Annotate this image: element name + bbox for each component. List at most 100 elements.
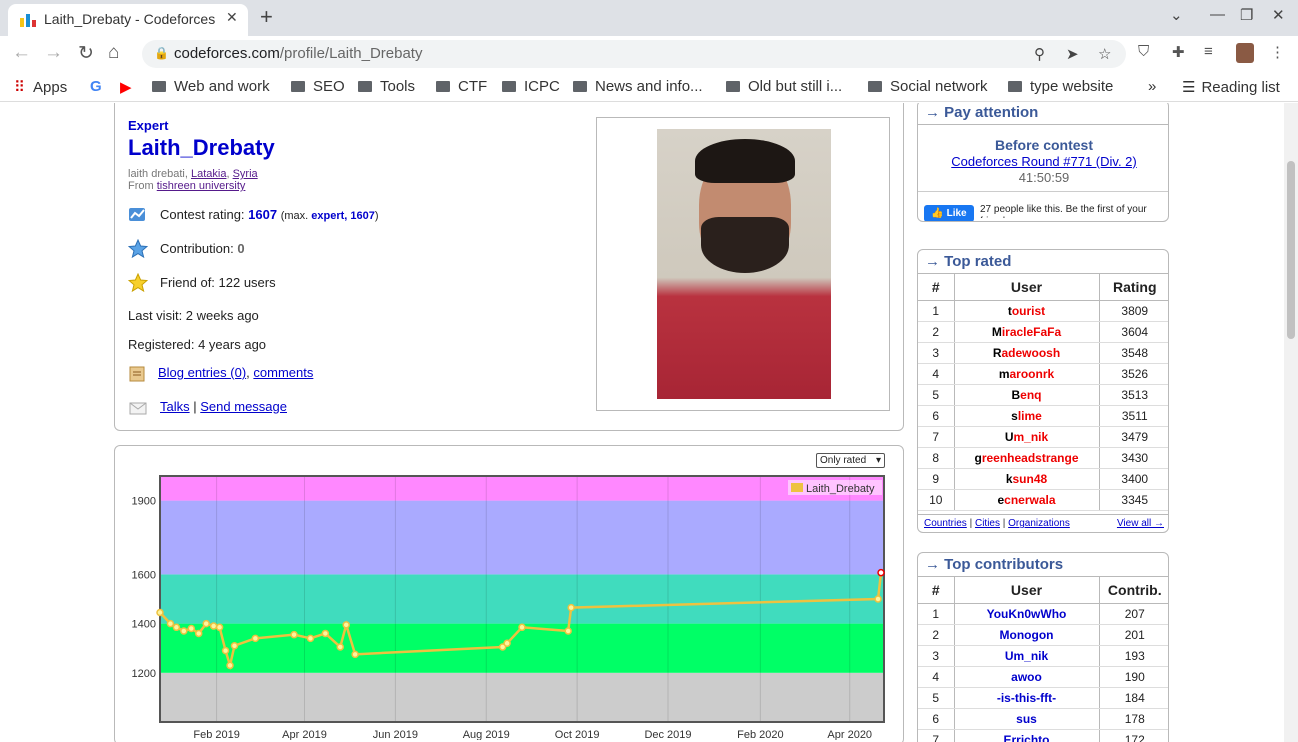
x-tick-label: Aug 2019 [463,729,510,740]
bookmark-folder-type-website[interactable]: type website [1008,78,1113,95]
x-tick-label: Jun 2019 [373,729,418,740]
google-icon[interactable]: G [90,78,102,95]
x-tick-label: Apr 2019 [282,729,327,740]
back-icon[interactable]: ← [12,42,31,64]
zoom-icon[interactable]: ⚲ [1034,45,1045,63]
window-close-icon[interactable]: ✕ [1272,6,1285,24]
rating-point [342,621,350,629]
user-subinfo: laith drebati, Latakia, Syria From tishr… [128,168,258,192]
view-all-link[interactable]: View all → [1117,515,1164,532]
bookmark-folder-icpc[interactable]: ICPC [502,78,560,95]
restore-icon[interactable]: ❐ [1240,6,1253,24]
graph-mode-select[interactable]: Only rated ▾ [816,453,885,468]
youtube-icon[interactable]: ▶ [120,78,132,96]
rating-point [215,623,224,632]
page-scrollbar[interactable] [1284,103,1298,742]
minimize-icon[interactable]: — [1210,6,1225,23]
media-control-icon[interactable]: ≡ [1204,43,1213,60]
countdown-timer: 41:50:59 [1018,170,1070,185]
rating-cell: 3809 [1099,300,1168,322]
y-tick-label: 1400 [132,619,156,631]
contest-link[interactable]: Codeforces Round #771 (Div. 2) [918,154,1168,169]
x-tick-label: Apr 2020 [827,729,872,740]
user-cell: Monogon [954,624,1100,646]
user-link[interactable]: awoo [1011,670,1042,684]
bookmark-star-icon[interactable]: ☆ [1098,45,1111,63]
col-contrib: Contrib. [1099,577,1168,604]
bookmark-folder-social[interactable]: Social network [868,78,988,95]
profile-avatar[interactable] [1236,43,1254,63]
user-link[interactable]: Radewoosh [993,346,1060,360]
table-row: 6 slime 3511 [918,405,1168,427]
table-row: 7 Um_nik 3479 [918,426,1168,448]
rating-point [194,629,203,638]
new-tab-icon[interactable]: + [260,4,273,30]
blog-entries-link[interactable]: Blog entries (0) [158,365,246,380]
user-link[interactable]: Benq [1011,388,1041,402]
extension-shield-icon[interactable]: ⛉ [1138,43,1149,60]
user-link[interactable]: -is-this-fft- [997,691,1056,705]
bookmarks-overflow-icon[interactable]: » [1148,78,1156,95]
folder-icon [436,81,450,92]
countries-link[interactable]: Countries [924,518,967,529]
rating-point [180,627,188,635]
rating-point [503,639,511,648]
talks-link[interactable]: Talks [160,399,190,414]
bookmark-apps[interactable]: ⠿ Apps [14,78,67,96]
cities-link[interactable]: Cities [975,518,1000,529]
scrollbar-thumb[interactable] [1287,161,1295,339]
bookmark-folder-tools[interactable]: Tools [358,78,415,95]
user-link[interactable]: maroonrk [999,367,1054,381]
top-rated-table: # User Rating 1 tourist 3809 2 MiracleFaFa 36… [918,274,1168,511]
facebook-like-button[interactable]: 👍 Like [924,205,974,221]
before-contest-label: Before contest [994,137,1094,153]
table-row: 4 maroonrk 3526 [918,363,1168,385]
user-link[interactable]: Um_nik [1005,430,1048,444]
country-link[interactable]: Syria [233,168,258,180]
bookmark-folder-seo[interactable]: SEO [291,78,345,95]
menu-kebab-icon[interactable]: ⋮ [1270,43,1285,61]
bookmark-folder-ctf[interactable]: CTF [436,78,487,95]
col-user: User [954,577,1100,604]
blog-row: Blog entries (0), comments [158,365,314,380]
forward-icon[interactable]: → [44,42,63,64]
user-link[interactable]: sus [1016,712,1037,726]
user-link[interactable]: ksun48 [1006,472,1047,486]
bookmark-folder-web-and-work[interactable]: Web and work [152,78,270,95]
user-link[interactable]: Monogon [1000,628,1054,642]
organization-link[interactable]: tishreen university [157,180,246,192]
browser-tab[interactable]: Laith_Drebaty - Codeforces ✕ [8,4,248,36]
legend-swatch [791,483,803,492]
send-message-link[interactable]: Send message [200,399,287,414]
user-link[interactable]: slime [1011,409,1042,423]
table-row: 7 Errichto 172 [918,729,1168,742]
user-link[interactable]: greenheadstrange [974,451,1078,465]
comments-link[interactable]: comments [253,365,313,380]
friend-star-icon [128,273,148,293]
user-link[interactable]: tourist [1008,304,1045,318]
user-link[interactable]: YouKn0wWho [987,607,1067,621]
send-icon[interactable]: ➤ [1066,45,1079,63]
address-bar[interactable]: 🔒 codeforces.com/profile/Laith_Drebaty ⚲… [142,40,1126,68]
table-row: 5 -is-this-fft- 184 [918,687,1168,709]
table-row: 10 ecnerwala 3345 [918,489,1168,511]
bookmark-folder-news[interactable]: News and info... [573,78,703,95]
reading-list-button[interactable]: ☰ Reading list [1182,78,1280,96]
reload-icon[interactable]: ↻ [78,42,94,65]
tab-close-icon[interactable]: ✕ [226,9,238,26]
bookmark-folder-old[interactable]: Old but still i... [726,78,842,95]
user-link[interactable]: MiracleFaFa [992,325,1061,339]
user-link[interactable]: ecnerwala [997,493,1055,507]
x-tick-label: Feb 2020 [737,729,783,740]
user-link[interactable]: Um_nik [1005,649,1048,663]
organizations-link[interactable]: Organizations [1008,518,1070,529]
rating-point [290,630,298,639]
thumbs-up-icon: 👍 [931,208,944,219]
home-icon[interactable]: ⌂ [108,42,119,64]
rank-cell: 2 [918,624,955,646]
tab-search-icon[interactable]: ⌄ [1170,6,1183,24]
rating-point [321,629,330,638]
city-link[interactable]: Latakia [191,168,226,180]
user-link[interactable]: Errichto [1003,733,1049,742]
extensions-puzzle-icon[interactable]: ✚ [1172,43,1185,61]
